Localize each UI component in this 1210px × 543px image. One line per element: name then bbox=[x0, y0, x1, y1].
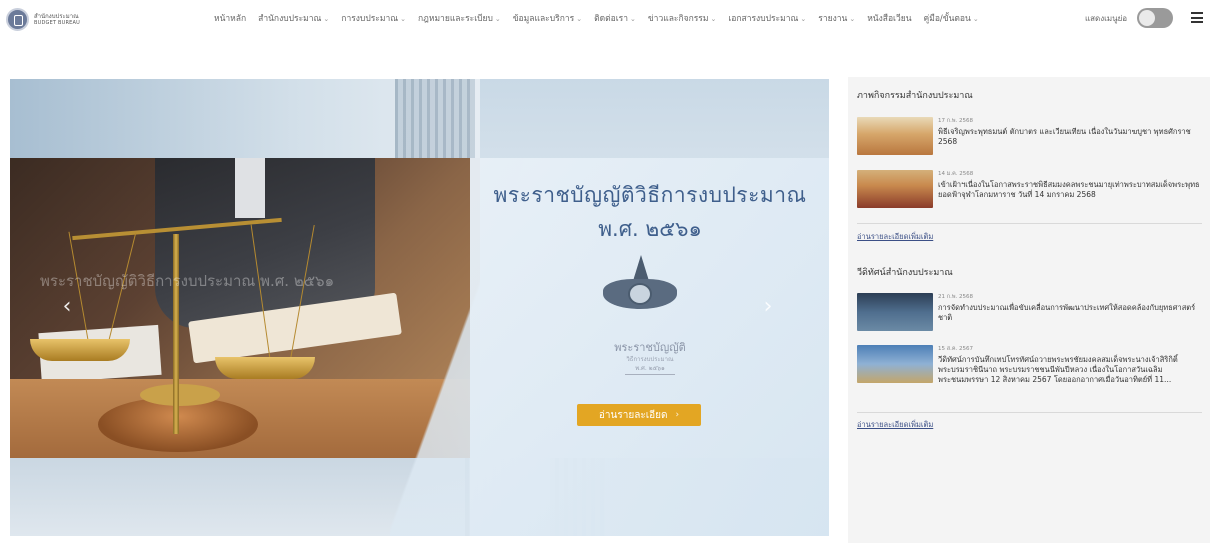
carousel-next-arrow-icon[interactable]: › bbox=[758, 291, 778, 321]
nav-item-services[interactable]: ข้อมูลและบริการ ⌄ bbox=[513, 11, 582, 25]
news-thumbnail bbox=[857, 170, 933, 208]
compact-menu-label: แสดงเมนูย่อ bbox=[1085, 14, 1128, 23]
chevron-down-icon: ⌄ bbox=[576, 15, 583, 23]
hero-carousel: พระราชบัญญัติวิธีการงบประมาณ พ.ศ. ๒๕๖๑ พ… bbox=[10, 79, 829, 536]
nav-item-budgeting[interactable]: การงบประมาณ ⌄ bbox=[341, 11, 406, 25]
toggle-knob bbox=[1139, 10, 1155, 26]
nav-item-laws[interactable]: กฎหมายและระเบียบ ⌄ bbox=[418, 11, 501, 25]
read-details-button[interactable]: อ่านรายละเอียด › bbox=[577, 404, 701, 426]
nav-item-news[interactable]: ข่าวและกิจกรรม ⌄ bbox=[648, 11, 717, 25]
site-logo[interactable]: สำนักงบประมาณ BUDGET BUREAU bbox=[6, 8, 80, 31]
hero-subtitle: พ.ศ. ๒๕๖๑ bbox=[598, 217, 702, 241]
videos-more-link[interactable]: อ่านรายละเอียดเพิ่มเติม bbox=[857, 419, 933, 431]
nav-item-reports[interactable]: รายงาน ⌄ bbox=[818, 11, 855, 25]
chevron-down-icon: ⌄ bbox=[400, 15, 406, 23]
hamburger-menu-icon[interactable] bbox=[1191, 12, 1203, 23]
chevron-down-icon: ⌄ bbox=[800, 15, 807, 23]
news-date: 17 ก.พ. 2568 bbox=[938, 118, 973, 124]
logo-text: สำนักงบประมาณ BUDGET BUREAU bbox=[34, 13, 80, 27]
news-date: 14 ม.ค. 2568 bbox=[938, 171, 974, 177]
nav-item-manuals[interactable]: คู่มือ/ขั้นตอน ⌄ bbox=[924, 11, 979, 25]
logo-name-en: BUDGET BUREAU bbox=[34, 19, 81, 26]
news-date: 21 ก.พ. 2568 bbox=[938, 294, 973, 300]
video-thumbnail bbox=[857, 345, 933, 383]
book-year: พ.ศ. ๒๕๖๑ bbox=[635, 365, 665, 372]
news-date: 15 ส.ค. 2567 bbox=[938, 346, 974, 352]
videos-heading: วีดิทัศน์สำนักงบประมาณ bbox=[857, 268, 953, 278]
video-item[interactable]: 21 ก.พ. 2568 การจัดทำงบประมาณเพื่อขับเคล… bbox=[857, 293, 1202, 331]
news-title: การจัดทำงบประมาณเพื่อขับเคลื่อนการพัฒนาป… bbox=[938, 303, 1196, 322]
royal-emblem-icon bbox=[593, 255, 687, 319]
chevron-down-icon: ⌄ bbox=[629, 15, 636, 23]
news-title: วีดิทัศน์การบันทึกเทปโทรทัศน์ถวายพระพรชั… bbox=[938, 355, 1178, 384]
chevron-right-icon: › bbox=[675, 410, 680, 420]
chevron-down-icon: ⌄ bbox=[710, 15, 717, 23]
chevron-down-icon: ⌄ bbox=[494, 15, 501, 23]
top-navbar: สำนักงบประมาณ BUDGET BUREAU หน้าหลัก สำน… bbox=[0, 0, 1210, 40]
chevron-down-icon: ⌄ bbox=[849, 15, 856, 23]
chevron-down-icon: ⌄ bbox=[972, 15, 979, 23]
news-title: พิธีเจริญพระพุทธมนต์ ตักบาตร และเวียนเที… bbox=[938, 127, 1191, 146]
news-title: เข้าเฝ้าฯเนื่องในโอกาสพระราชพิธีสมมงคลพร… bbox=[938, 180, 1200, 199]
video-item[interactable]: 15 ส.ค. 2567 วีดิทัศน์การบันทึกเทปโทรทัศ… bbox=[857, 345, 1202, 385]
nav-item-bureau[interactable]: สำนักงบประมาณ ⌄ bbox=[258, 11, 329, 25]
activity-item[interactable]: 17 ก.พ. 2568 พิธีเจริญพระพุทธมนต์ ตักบาต… bbox=[857, 117, 1202, 155]
carousel-prev-arrow-icon[interactable]: ‹ bbox=[57, 291, 77, 321]
main-nav: หน้าหลัก สำนักงบประมาณ ⌄ การงบประมาณ ⌄ กฎห… bbox=[214, 11, 991, 25]
nav-item-home[interactable]: หน้าหลัก bbox=[214, 11, 246, 25]
activities-more-link[interactable]: อ่านรายละเอียดเพิ่มเติม bbox=[857, 231, 933, 243]
nav-item-circulars[interactable]: หนังสือเวียน bbox=[867, 11, 911, 25]
activities-heading: ภาพกิจกรรมสำนักงบประมาณ bbox=[857, 91, 973, 101]
hero-watermark-text: พระราชบัญญัติวิธีการงบประมาณ พ.ศ. ๒๕๖๑ bbox=[40, 272, 335, 290]
news-sidebar: ภาพกิจกรรมสำนักงบประมาณ 17 ก.พ. 2568 พิธ… bbox=[848, 77, 1210, 543]
budget-bureau-seal-icon bbox=[6, 8, 29, 31]
hero-title: พระราชบัญญัติวิธีการงบประมาณ bbox=[493, 183, 807, 207]
activity-item[interactable]: 14 ม.ค. 2568 เข้าเฝ้าฯเนื่องในโอกาสพระรา… bbox=[857, 170, 1202, 208]
video-thumbnail bbox=[857, 293, 933, 331]
news-thumbnail bbox=[857, 117, 933, 155]
compact-menu-toggle[interactable] bbox=[1137, 8, 1173, 28]
nav-item-contact[interactable]: ติดต่อเรา ⌄ bbox=[594, 11, 636, 25]
chevron-down-icon: ⌄ bbox=[323, 15, 330, 23]
nav-item-documents[interactable]: เอกสารงบประมาณ ⌄ bbox=[728, 11, 806, 25]
logo-name-th: สำนักงบประมาณ bbox=[34, 12, 79, 20]
